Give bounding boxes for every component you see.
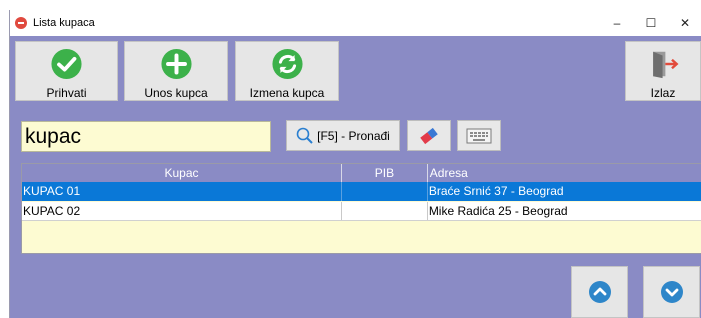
title-bar: Lista kupaca – ☐ ✕ [10,10,701,36]
checkmark-icon [51,48,82,80]
cell-kupac: KUPAC 01 [22,182,343,201]
grid-header: Kupac PIB Adresa [22,164,701,182]
cell-kupac: KUPAC 02 [22,202,343,220]
cell-adresa: Braće Srnić 37 - Beograd [428,184,564,198]
scroll-up-button[interactable] [571,266,628,318]
column-header-kupac[interactable]: Kupac [22,164,343,182]
add-customer-button[interactable]: Unos kupca [124,41,228,101]
eraser-icon [420,127,438,144]
search-input[interactable]: kupac [21,121,271,152]
customer-grid: Kupac PIB Adresa KUPAC 01 Braće Srnić 37… [21,163,701,254]
app-icon [15,17,27,29]
window-controls: – ☐ ✕ [600,10,701,36]
chevron-down-icon [660,281,683,303]
exit-label: Izlaz [650,86,676,100]
exit-door-icon [652,51,679,79]
search-icon [296,127,313,144]
window-title: Lista kupaca [33,17,95,29]
keyboard-button[interactable] [457,120,501,151]
column-header-adresa[interactable]: Adresa [428,164,701,182]
keyboard-icon [466,128,492,143]
find-label: [F5] - Pronađi [317,128,390,143]
column-header-pib[interactable]: PIB [342,164,428,182]
exit-button[interactable]: Izlaz [625,41,701,101]
cell-pib [342,202,428,220]
plus-icon [160,48,192,80]
find-button[interactable]: [F5] - Pronađi [286,120,400,151]
close-button[interactable]: ✕ [668,10,701,36]
scroll-down-button[interactable] [643,266,700,318]
edit-customer-label: Izmena kupca [249,86,325,100]
add-customer-label: Unos kupca [144,86,208,100]
customer-list-window: Lista kupaca – ☐ ✕ Prihvati Unos kupca I… [9,10,701,318]
clear-button[interactable] [407,120,451,151]
maximize-button[interactable]: ☐ [634,10,668,36]
chevron-up-icon [588,281,611,303]
accept-button[interactable]: Prihvati [15,41,118,101]
table-row[interactable]: KUPAC 01 Braće Srnić 37 - Beograd [22,182,701,201]
cell-pib [342,182,428,201]
edit-customer-button[interactable]: Izmena kupca [235,41,339,101]
accept-label: Prihvati [46,86,87,100]
minimize-button[interactable]: – [600,10,634,36]
refresh-icon [271,48,303,80]
table-row[interactable]: KUPAC 02 Mike Radića 25 - Beograd [22,202,701,221]
cell-adresa: Mike Radića 25 - Beograd [428,204,568,218]
